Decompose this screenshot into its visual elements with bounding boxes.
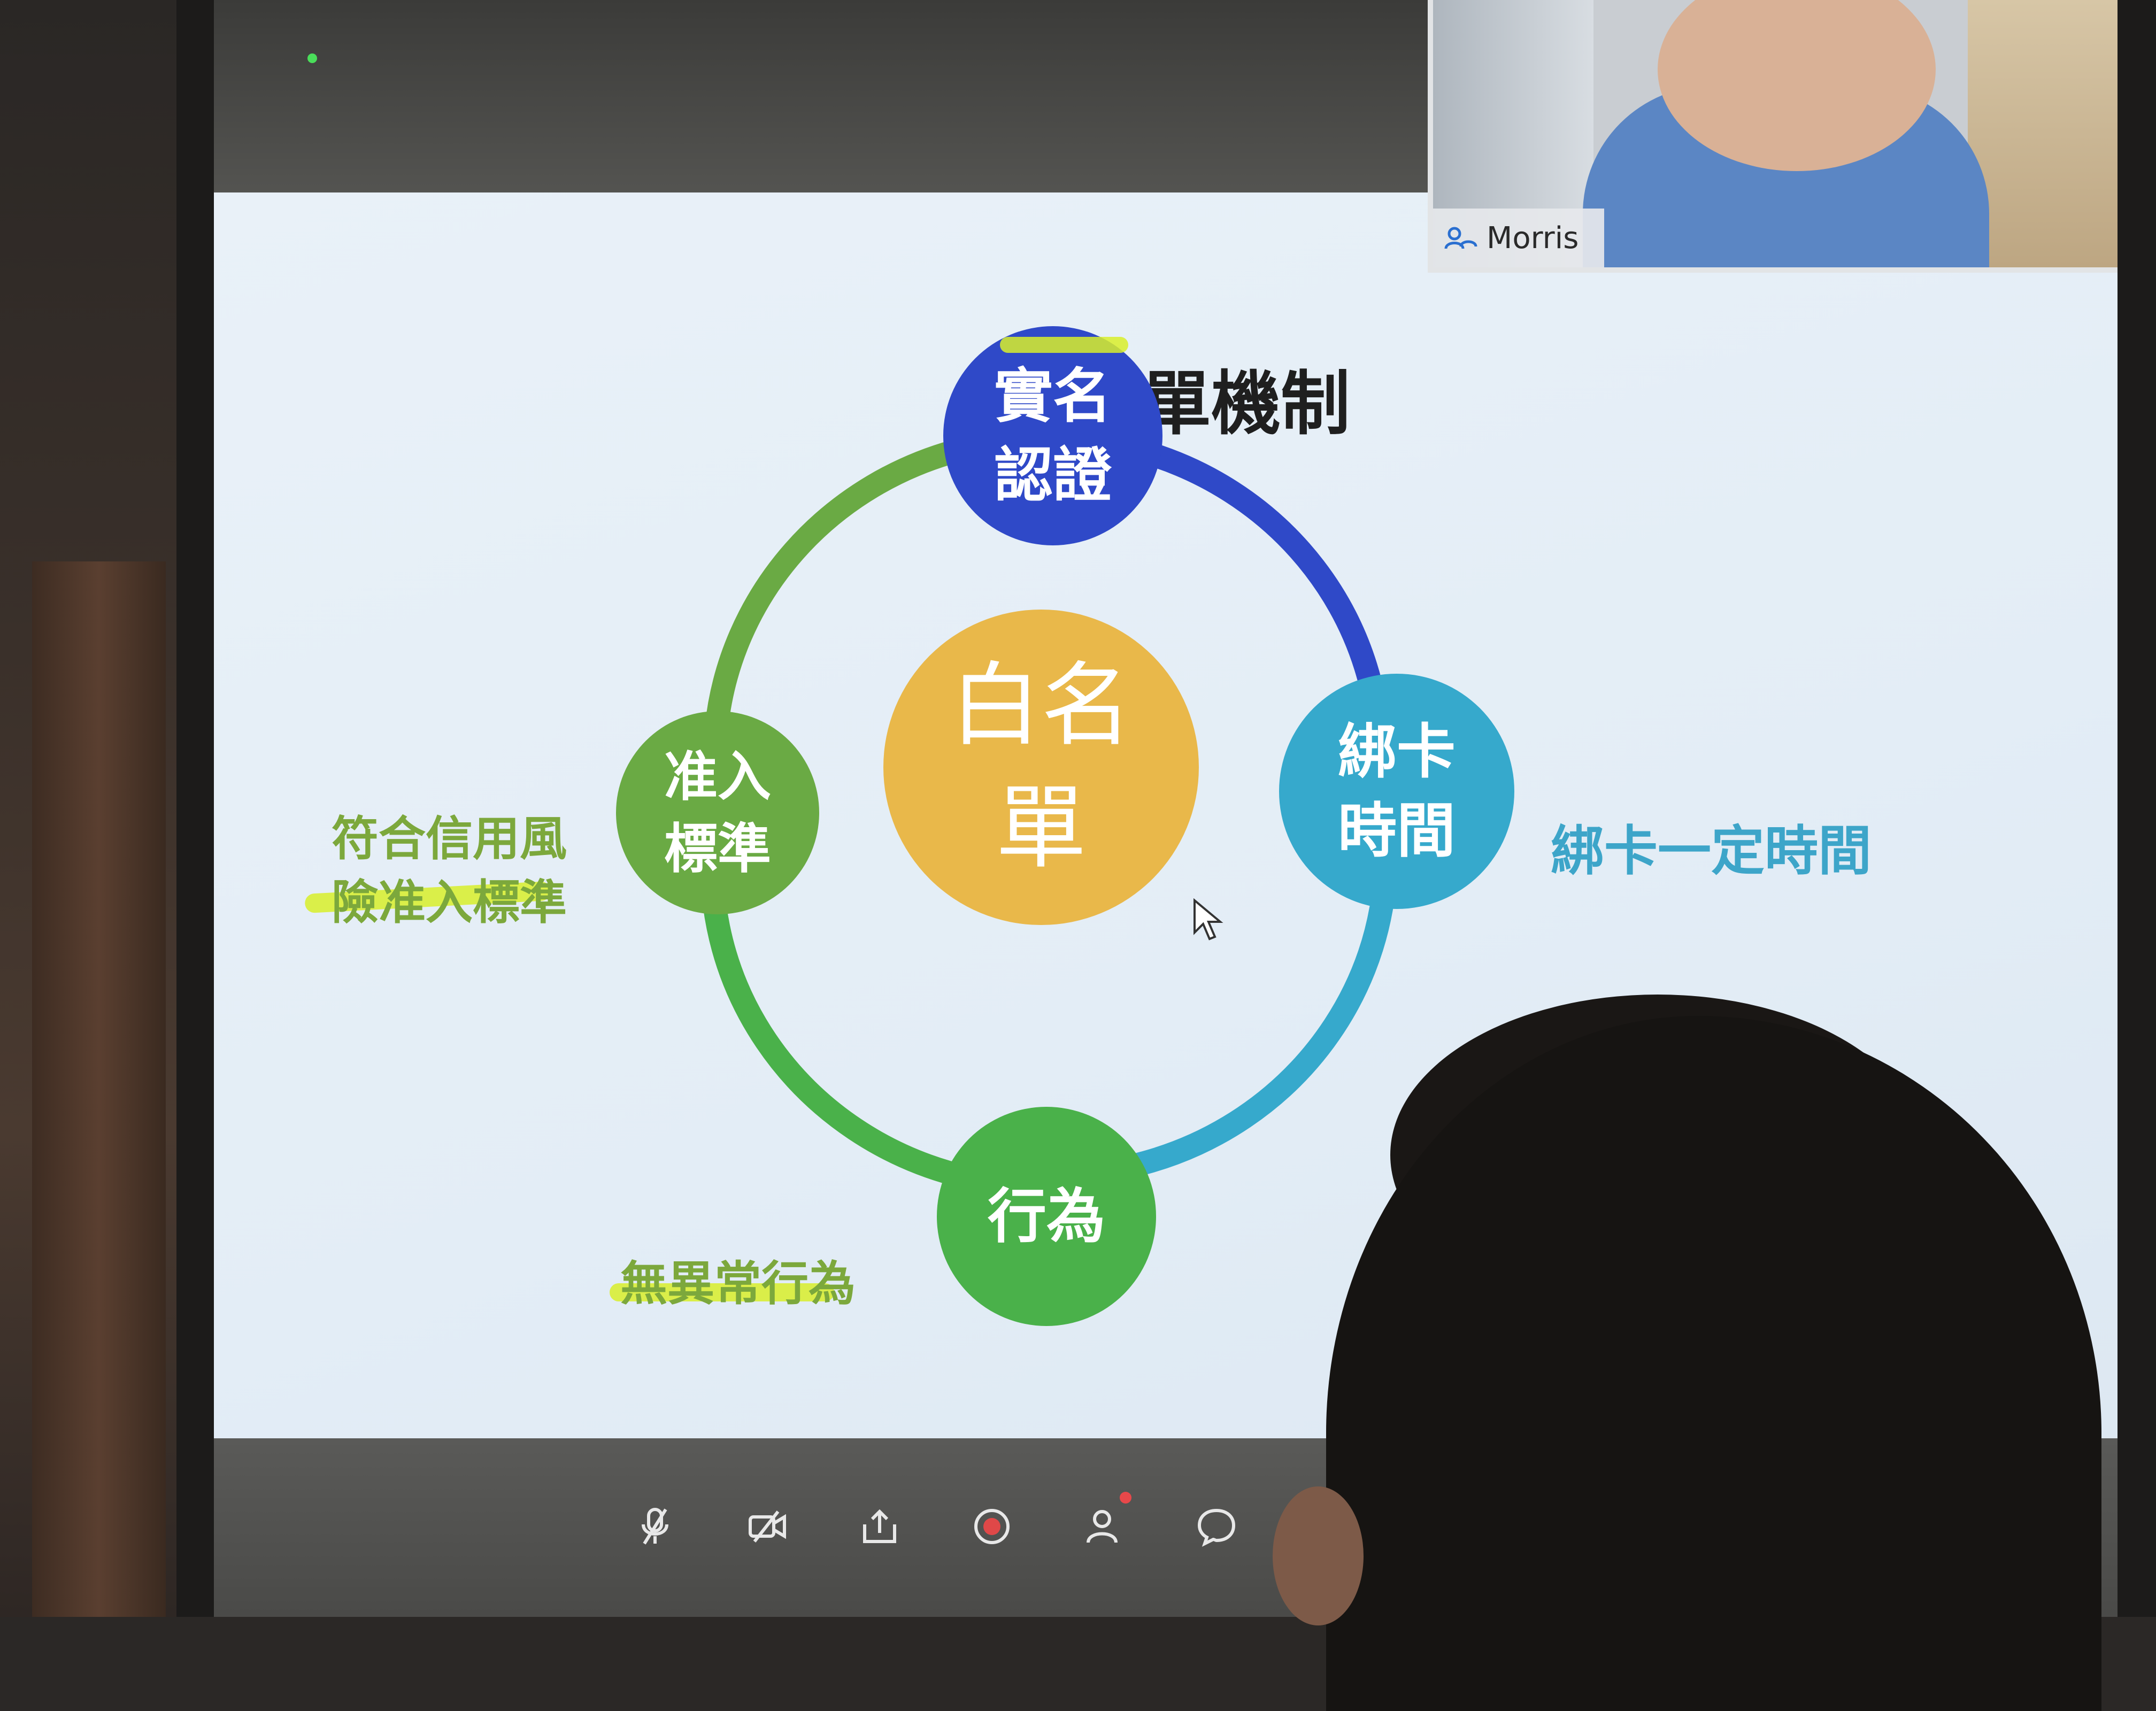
node-label-line2: 標準 [664,818,771,880]
video-background [1968,0,2118,267]
video-camera-off-icon [749,1510,786,1543]
note-admission-line1: 符合信用風 [331,811,567,866]
wood-panel [32,561,166,1617]
highlight-mark [1000,337,1128,353]
node-label-line1: 行為 [988,1182,1105,1251]
node-label-line2: 認證 [994,441,1112,510]
mute-button[interactable] [631,1502,679,1551]
share-button[interactable] [856,1502,904,1551]
node-label-line2: 時間 [1338,797,1456,865]
node-admission-standard: 准入 標準 [616,711,819,914]
chat-bubble-icon [1197,1508,1236,1547]
mouse-cursor-icon [1194,898,1223,941]
record-button[interactable] [968,1502,1016,1551]
node-label-line1: 實名 [994,361,1112,430]
node-card-binding-time: 綁卡 時間 [1279,674,1514,909]
share-upload-icon [863,1509,896,1543]
notification-dot [1120,1492,1131,1504]
participant-name: Morris [1487,220,1579,256]
note-admission: 符合信用風 險准入標準 [326,807,572,935]
participant-name-label: Morris [1433,209,1604,267]
node-label-line1: 綁卡 [1338,717,1456,786]
node-behavior: 行為 [937,1107,1156,1326]
cloud-user-icon [1444,227,1477,249]
record-icon [974,1509,1010,1544]
participants-button[interactable] [1080,1492,1131,1551]
status-dot [307,53,317,63]
center-label-line1: 白名 [950,652,1132,759]
center-label-line2: 單 [995,775,1087,881]
note-behavior: 無異常行為 [620,1256,856,1311]
audience-ear [1273,1486,1364,1625]
chat-button[interactable] [1192,1502,1241,1551]
node-real-name-verification: 實名 認證 [943,326,1162,545]
video-button[interactable] [743,1502,791,1551]
note-card-binding: 綁卡一定時間 [1551,820,1872,882]
participant-video-tile[interactable]: Morris [1428,0,2118,273]
node-label-line1: 准入 [664,745,771,808]
node-whitelist-center: 白名 單 [883,610,1199,925]
participants-icon [1087,1510,1118,1543]
note-admission-line2: 險准入標準 [331,874,567,930]
microphone-muted-icon [642,1508,668,1545]
